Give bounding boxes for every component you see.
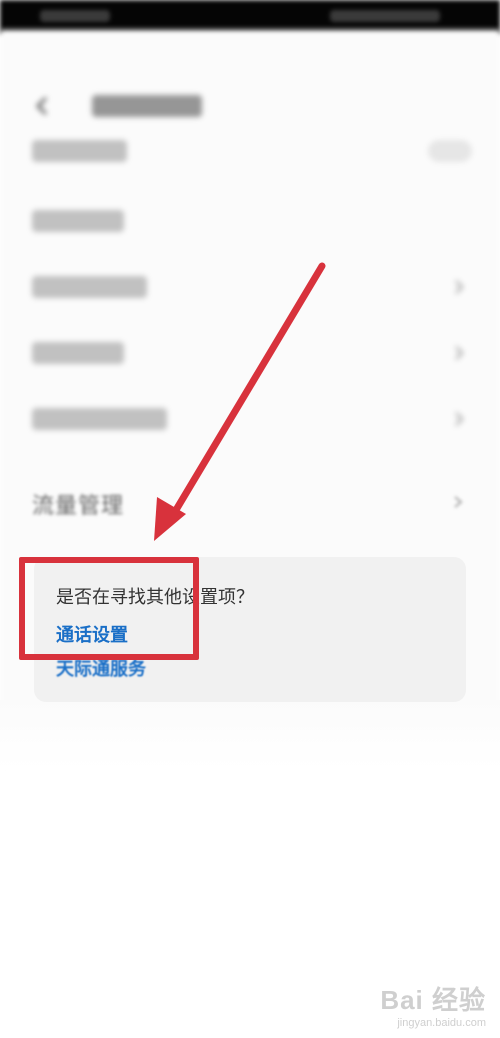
settings-row-4[interactable]	[0, 322, 500, 388]
back-arrow-icon[interactable]	[32, 95, 54, 117]
row-label	[32, 140, 127, 162]
chevron-right-icon	[455, 346, 464, 360]
settings-row-5[interactable]	[0, 388, 500, 454]
traffic-management-row[interactable]: 流量管理	[0, 470, 500, 536]
settings-row-2[interactable]	[0, 190, 500, 256]
status-time	[40, 10, 110, 22]
settings-row-1[interactable]	[0, 120, 500, 186]
row-label	[32, 408, 167, 430]
chevron-right-icon	[455, 280, 464, 294]
chevron-right-icon	[454, 496, 463, 508]
status-icons	[330, 10, 440, 22]
settings-row-3[interactable]	[0, 256, 500, 322]
status-bar	[0, 0, 500, 34]
watermark-site: jingyan.baidu.com	[397, 1017, 486, 1029]
watermark: Bai 经验 jingyan.baidu.com	[380, 980, 486, 1029]
toggle-switch[interactable]	[428, 140, 472, 162]
row-label	[32, 210, 124, 232]
chevron-right-icon	[455, 412, 464, 426]
row-label	[32, 276, 147, 298]
traffic-management-label: 流量管理	[32, 494, 125, 519]
page-title	[92, 95, 202, 117]
row-label	[32, 342, 124, 364]
highlight-box	[19, 557, 199, 660]
fade-divider	[0, 700, 500, 770]
watermark-logo: Bai 经验	[380, 985, 486, 1015]
